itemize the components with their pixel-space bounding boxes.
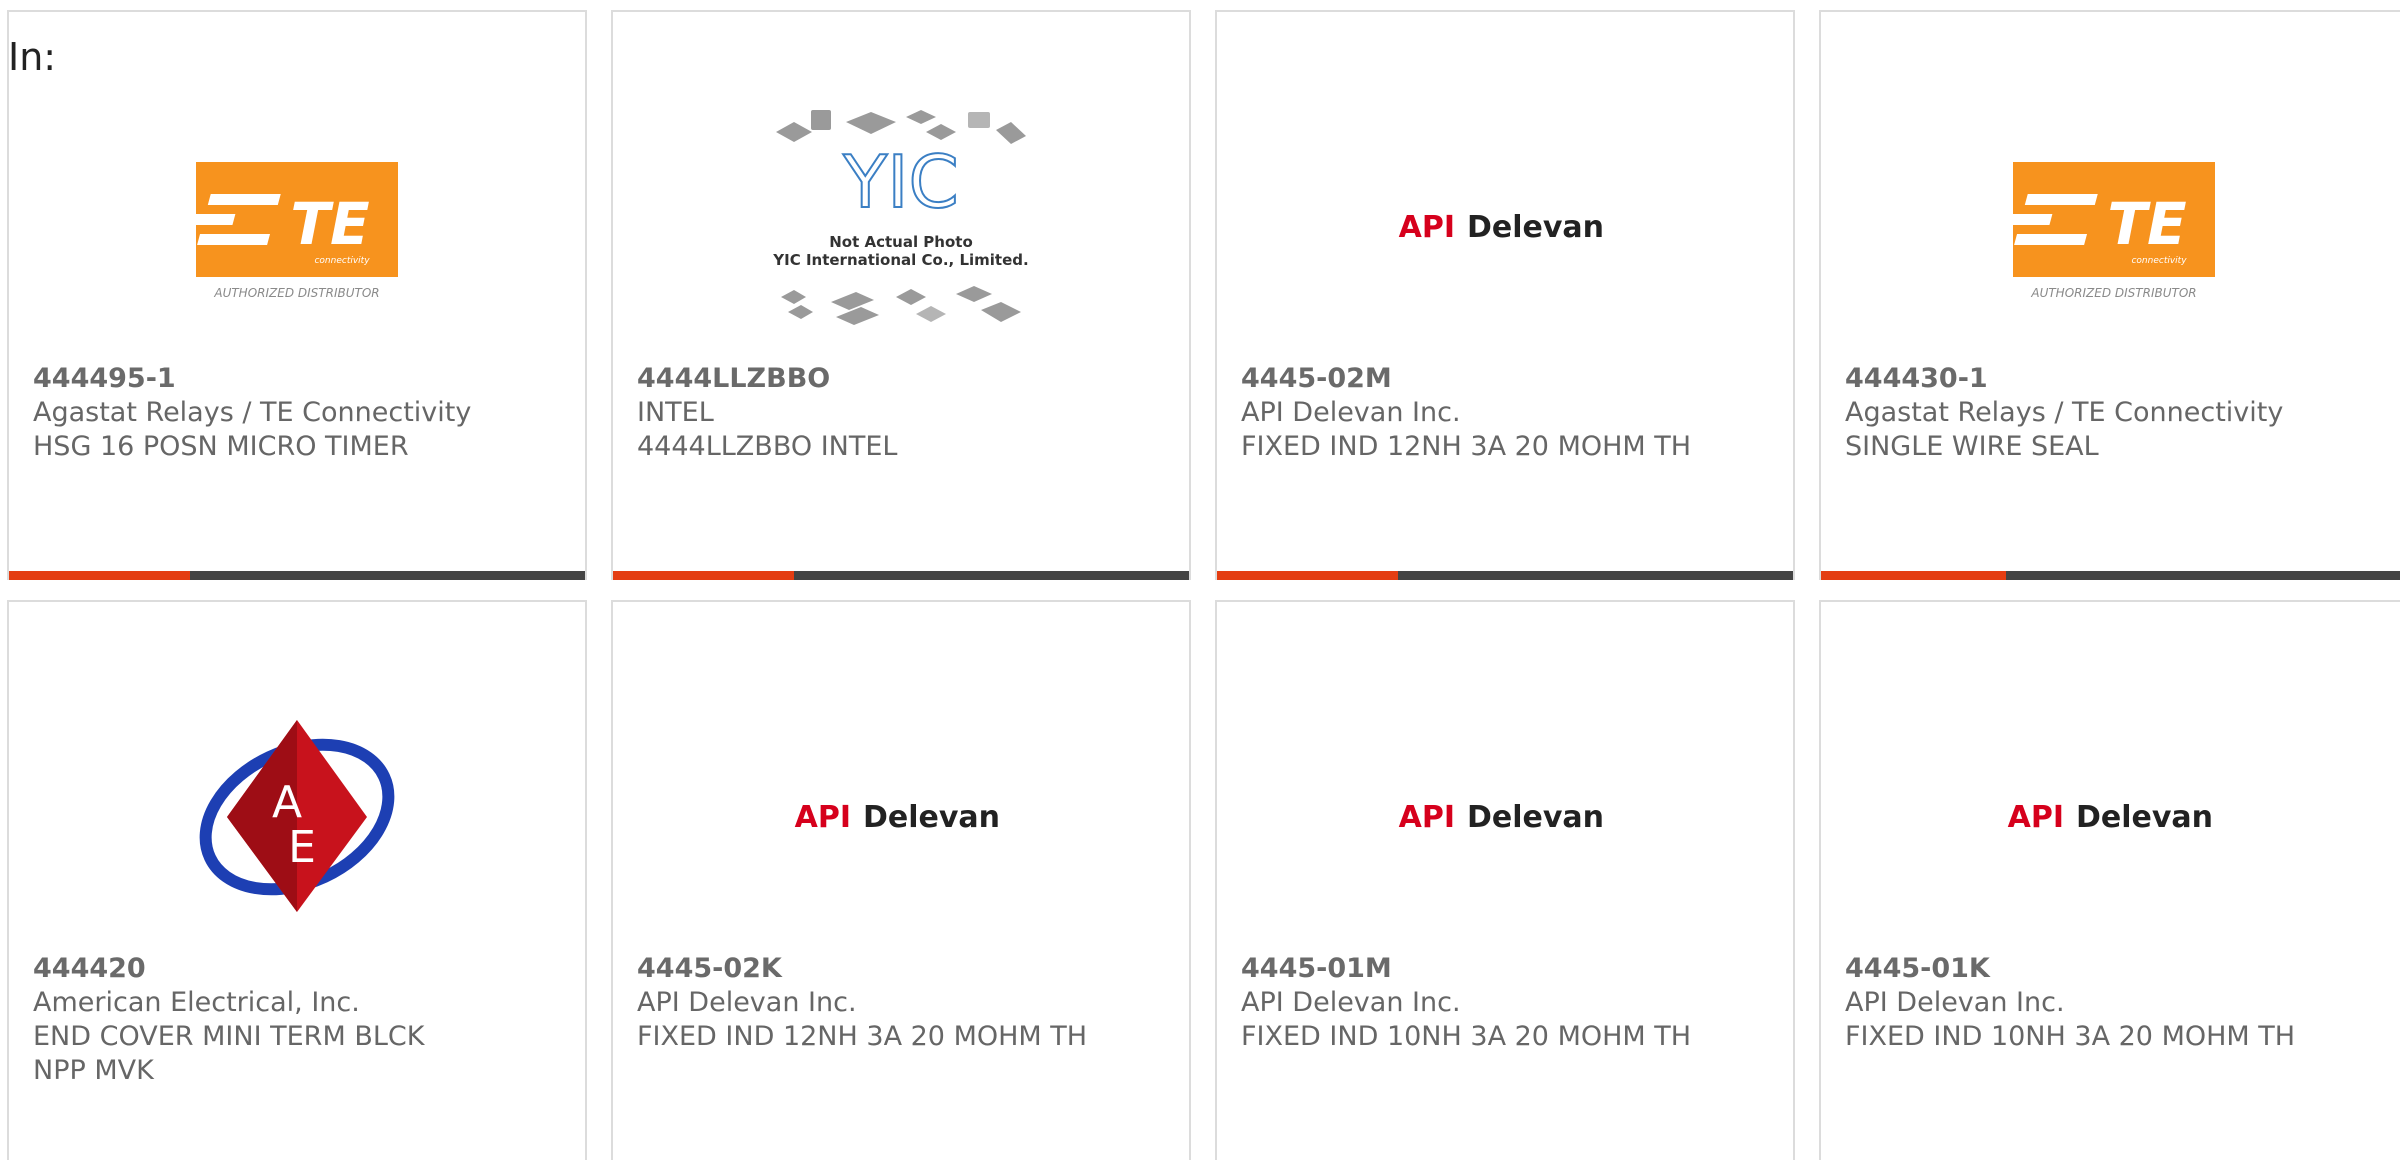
part-number[interactable]: 4445-01M (1241, 952, 1783, 986)
manufacturer: API Delevan Inc. (1241, 397, 1461, 428)
filter-in-label: In: (8, 35, 57, 79)
svg-text:E: E (288, 822, 316, 873)
product-info: 4444LLZBBO INTEL 4444LLZBBO INTEL (637, 362, 1179, 464)
yic-placeholder-logo: YIC Not Actual Photo YIC International C… (613, 97, 1189, 357)
svg-text:YIC International Co., Limited: YIC International Co., Limited. (772, 251, 1028, 269)
part-number[interactable]: 444430-1 (1845, 362, 2397, 396)
part-number[interactable]: 4444LLZBBO (637, 362, 1179, 396)
part-number[interactable]: 4445-01K (1845, 952, 2397, 986)
svg-text:YIC: YIC (842, 140, 959, 224)
svg-text:Delevan: Delevan (2076, 800, 2213, 835)
description: HSG 16 POSN MICRO TIMER (33, 431, 409, 462)
description: SINGLE WIRE SEAL (1845, 431, 2099, 462)
api-delevan-logo: API Delevan (1821, 687, 2400, 947)
product-card[interactable]: A E 444420 American Electrical, Inc. END… (7, 600, 587, 1160)
product-card[interactable]: API Delevan 4445-02M API Delevan Inc. FI… (1215, 10, 1795, 580)
svg-text:API: API (1399, 800, 1455, 835)
product-info: 4445-02K API Delevan Inc. FIXED IND 12NH… (637, 952, 1179, 1054)
american-electrical-logo: A E (9, 687, 585, 947)
product-info: 444495-1 Agastat Relays / TE Connectivit… (33, 362, 575, 464)
product-card[interactable]: YIC Not Actual Photo YIC International C… (611, 10, 1191, 580)
description: FIXED IND 10NH 3A 20 MOHM TH (1845, 1021, 2296, 1052)
te-connectivity-logo: TE connectivity AUTHORIZED DISTRIBUTOR (1821, 97, 2400, 357)
manufacturer: American Electrical, Inc. (33, 987, 360, 1018)
part-number[interactable]: 444420 (33, 952, 575, 986)
card-footer-accent (613, 571, 795, 580)
card-footer-accent (1217, 571, 1399, 580)
product-info: 4445-01K API Delevan Inc. FIXED IND 10NH… (1845, 952, 2397, 1054)
part-number[interactable]: 4445-02M (1241, 362, 1783, 396)
card-footer-bar (1217, 571, 1793, 580)
description: FIXED IND 12NH 3A 20 MOHM TH (637, 1021, 1088, 1052)
manufacturer: API Delevan Inc. (637, 987, 857, 1018)
manufacturer: API Delevan Inc. (1241, 987, 1461, 1018)
svg-text:TE: TE (2107, 190, 2186, 258)
te-connectivity-logo: TE connectivity AUTHORIZED DISTRIBUTOR (9, 97, 585, 357)
part-number[interactable]: 444495-1 (33, 362, 575, 396)
card-footer-bar (9, 571, 585, 580)
product-grid: TE connectivity AUTHORIZED DISTRIBUTOR 4… (0, 0, 2400, 1160)
product-card[interactable]: API Delevan 4445-02K API Delevan Inc. FI… (611, 600, 1191, 1160)
product-card[interactable]: TE connectivity AUTHORIZED DISTRIBUTOR 4… (7, 10, 587, 580)
svg-text:API: API (795, 800, 851, 835)
svg-text:API: API (1399, 210, 1455, 245)
card-footer-accent (9, 571, 191, 580)
description: END COVER MINI TERM BLCK (33, 1021, 425, 1052)
product-info: 4445-01M API Delevan Inc. FIXED IND 10NH… (1241, 952, 1783, 1054)
description: FIXED IND 10NH 3A 20 MOHM TH (1241, 1021, 1692, 1052)
card-footer-bar (1821, 571, 2400, 580)
svg-text:connectivity: connectivity (314, 256, 370, 266)
svg-text:Delevan: Delevan (1467, 800, 1604, 835)
manufacturer: API Delevan Inc. (1845, 987, 2065, 1018)
svg-text:Delevan: Delevan (1467, 210, 1604, 245)
svg-text:AUTHORIZED DISTRIBUTOR: AUTHORIZED DISTRIBUTOR (2030, 286, 2196, 300)
api-delevan-logo: API Delevan (613, 687, 1189, 947)
svg-text:connectivity: connectivity (2131, 256, 2187, 266)
api-delevan-logo: API Delevan (1217, 687, 1793, 947)
manufacturer: INTEL (637, 397, 714, 428)
svg-text:A: A (272, 777, 302, 828)
svg-text:Not Actual Photo: Not Actual Photo (829, 233, 973, 251)
svg-text:API: API (2008, 800, 2064, 835)
api-delevan-logo: API Delevan (1217, 97, 1793, 357)
card-footer-bar (613, 571, 1189, 580)
description-line-2: NPP MVK (33, 1055, 154, 1086)
product-info: 444430-1 Agastat Relays / TE Connectivit… (1845, 362, 2397, 464)
description: 4444LLZBBO INTEL (637, 431, 898, 462)
description: FIXED IND 12NH 3A 20 MOHM TH (1241, 431, 1692, 462)
manufacturer: Agastat Relays / TE Connectivity (33, 397, 472, 428)
card-footer-accent (1821, 571, 2006, 580)
product-card[interactable]: TE connectivity AUTHORIZED DISTRIBUTOR 4… (1819, 10, 2400, 580)
svg-text:Delevan: Delevan (863, 800, 1000, 835)
product-info: 444420 American Electrical, Inc. END COV… (33, 952, 575, 1088)
part-number[interactable]: 4445-02K (637, 952, 1179, 986)
product-card[interactable]: API Delevan 4445-01K API Delevan Inc. FI… (1819, 600, 2400, 1160)
svg-text:AUTHORIZED DISTRIBUTOR: AUTHORIZED DISTRIBUTOR (213, 286, 379, 300)
product-info: 4445-02M API Delevan Inc. FIXED IND 12NH… (1241, 362, 1783, 464)
product-card[interactable]: API Delevan 4445-01M API Delevan Inc. FI… (1215, 600, 1795, 1160)
svg-text:TE: TE (290, 190, 369, 258)
manufacturer: Agastat Relays / TE Connectivity (1845, 397, 2284, 428)
